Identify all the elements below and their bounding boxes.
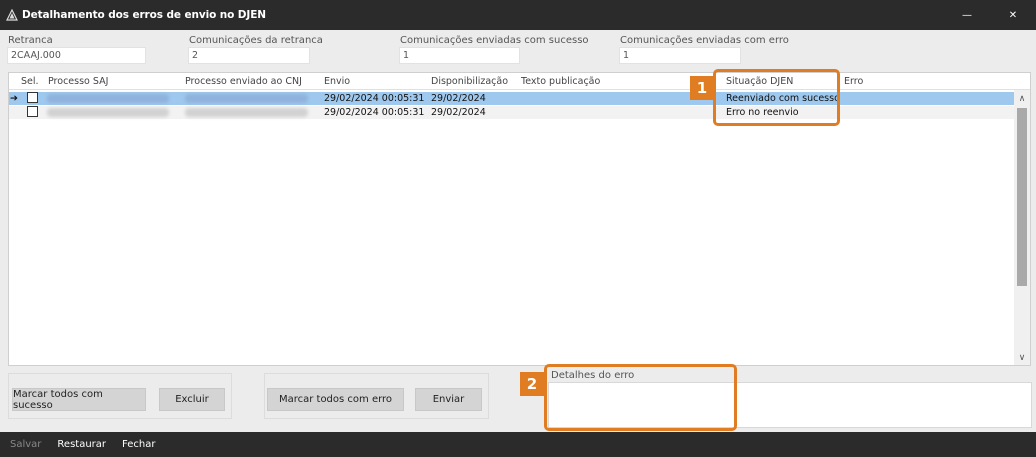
com-erro-label: Comunicações enviadas com erro (620, 35, 789, 46)
mark-all-error-button[interactable]: Marcar todos com erro (267, 388, 404, 411)
retranca-field[interactable]: 2CAAJ.000 (7, 47, 146, 64)
annotation-badge-2: 2 (520, 372, 544, 396)
redacted-processo-cnj (185, 108, 308, 117)
row-checkbox[interactable] (27, 106, 38, 117)
redacted-processo-saj (47, 108, 169, 117)
highlight-detalhes (544, 364, 737, 431)
row-checkbox[interactable] (27, 92, 38, 103)
col-processo-saj[interactable]: Processo SAJ (48, 76, 108, 87)
vertical-scrollbar[interactable]: ∧ ∨ (1014, 90, 1030, 365)
app-logo-icon (6, 9, 18, 21)
col-envio[interactable]: Envio (324, 76, 350, 87)
cell-envio: 29/02/2024 00:05:31 (324, 93, 425, 104)
com-retranca-label: Comunicações da retranca (189, 35, 323, 46)
current-row-arrow-icon: ➔ (10, 93, 18, 104)
redacted-processo-saj (47, 94, 169, 103)
bottom-action-bar: Salvar Restaurar Fechar (0, 432, 1036, 457)
col-texto-publicacao[interactable]: Texto publicação (521, 76, 600, 87)
col-erro[interactable]: Erro (844, 76, 863, 87)
com-sucesso-field[interactable]: 1 (399, 47, 520, 64)
scroll-down-icon[interactable]: ∨ (1014, 351, 1030, 365)
restore-button[interactable]: Restaurar (57, 439, 106, 450)
grid-header: Sel. Processo SAJ Processo enviado ao CN… (9, 73, 1030, 90)
col-sel[interactable]: Sel. (21, 76, 39, 87)
close-button[interactable]: Fechar (122, 439, 155, 450)
com-erro-field[interactable]: 1 (619, 47, 741, 64)
scrollbar-thumb[interactable] (1017, 108, 1027, 286)
redacted-processo-cnj (185, 94, 308, 103)
save-button[interactable]: Salvar (10, 439, 41, 450)
errors-grid[interactable]: Sel. Processo SAJ Processo enviado ao CN… (8, 72, 1031, 366)
com-sucesso-label: Comunicações enviadas com sucesso (400, 35, 589, 46)
col-disponibilizacao[interactable]: Disponibilização (431, 76, 508, 87)
scroll-up-icon[interactable]: ∧ (1014, 92, 1030, 106)
retranca-label: Retranca (8, 35, 53, 46)
minimize-icon[interactable]: — (944, 0, 990, 30)
delete-button[interactable]: Excluir (159, 388, 225, 411)
annotation-badge-1: 1 (690, 76, 714, 100)
send-button[interactable]: Enviar (415, 388, 482, 411)
window-title: Detalhamento dos erros de envio no DJEN (22, 9, 266, 21)
cell-disponibilizacao: 29/02/2024 (431, 107, 486, 118)
close-icon[interactable]: ✕ (990, 0, 1036, 30)
highlight-situacao (713, 69, 840, 126)
title-bar: Detalhamento dos erros de envio no DJEN … (0, 0, 1036, 30)
mark-all-success-button[interactable]: Marcar todos com sucesso (12, 388, 146, 411)
table-row[interactable]: ➔ 29/02/2024 00:05:31 29/02/2024 Reenvia… (9, 92, 1015, 105)
com-retranca-field[interactable]: 2 (188, 47, 310, 64)
cell-envio: 29/02/2024 00:05:31 (324, 107, 425, 118)
table-row[interactable]: 29/02/2024 00:05:31 29/02/2024 Erro no r… (9, 106, 1015, 119)
col-processo-cnj[interactable]: Processo enviado ao CNJ (185, 76, 302, 87)
cell-disponibilizacao: 29/02/2024 (431, 93, 486, 104)
